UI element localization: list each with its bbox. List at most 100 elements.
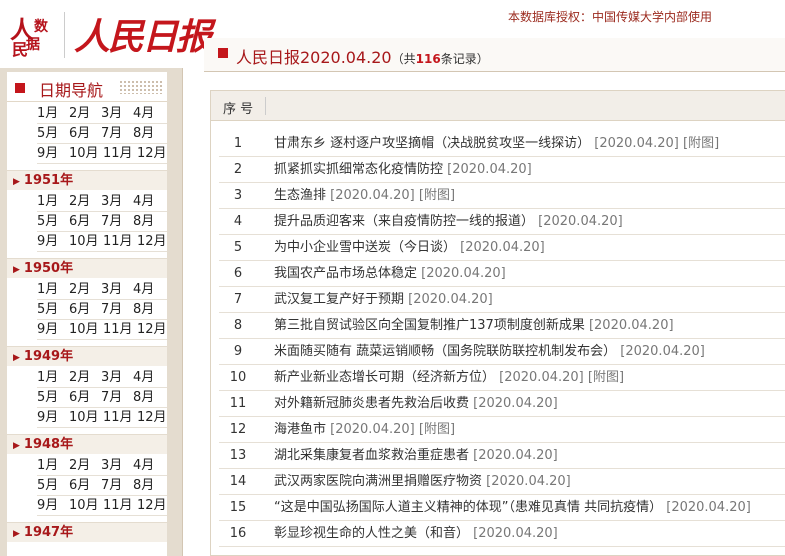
month-link[interactable]: 7月 [101, 300, 133, 320]
month-link[interactable]: 4月 [133, 456, 165, 476]
month-link[interactable]: 4月 [133, 192, 165, 212]
month-link[interactable]: 12月 [137, 232, 167, 252]
month-link[interactable]: 12月 [137, 408, 167, 428]
month-link[interactable]: 11月 [103, 144, 137, 164]
article-title-link[interactable]: 我国农产品市场总体稳定 [274, 266, 417, 281]
article-title-link[interactable]: 为中小企业雪中送炭（今日谈） [274, 240, 456, 255]
article-title-link[interactable]: 第三批自贸试验区向全国复制推广137项制度创新成果 [274, 318, 585, 333]
month-link[interactable]: 3月 [101, 456, 133, 476]
month-link[interactable]: 6月 [69, 300, 101, 320]
year-item[interactable]: ▶ 1948年 [7, 434, 167, 454]
month-link[interactable]: 8月 [133, 388, 165, 408]
month-link[interactable]: 5月 [37, 476, 69, 496]
article-title-link[interactable]: 甘肃东乡 逐村逐户攻坚摘帽（决战脱贫攻坚一线探访） [274, 136, 590, 151]
month-link[interactable]: 5月 [37, 388, 69, 408]
month-link[interactable]: 8月 [133, 124, 165, 144]
article-title-link[interactable]: 生态渔排 [274, 188, 326, 203]
article-entry: 甘肃东乡 逐村逐户攻坚摘帽（决战脱贫攻坚一线探访） [2020.04.20] [… [274, 131, 719, 157]
month-link[interactable]: 8月 [133, 300, 165, 320]
month-link[interactable]: 2月 [69, 280, 101, 300]
article-title-link[interactable]: 彰显珍视生命的人性之美（和音） [274, 526, 469, 541]
attached-image-link[interactable]: [附图] [419, 422, 455, 437]
article-title-link[interactable]: 武汉复工复产好于预期 [274, 292, 404, 307]
year-item[interactable]: ▶ 1947年 [7, 522, 167, 542]
month-link[interactable]: 10月 [69, 144, 103, 164]
year-item[interactable]: ▶ 1949年 [7, 346, 167, 366]
month-row: 1月 2月 3月 4月 [37, 456, 167, 476]
year-label: 1947年 [23, 525, 74, 540]
month-link[interactable]: 5月 [37, 300, 69, 320]
month-link[interactable]: 12月 [137, 496, 167, 516]
article-title-link[interactable]: 新产业新业态增长可期（经济新方位） [274, 370, 495, 385]
month-link[interactable]: 10月 [69, 232, 103, 252]
month-link[interactable]: 9月 [37, 144, 69, 164]
month-link[interactable]: 9月 [37, 408, 69, 428]
article-date: [2020.04.20] [460, 240, 545, 255]
month-link[interactable]: 3月 [101, 368, 133, 388]
month-link[interactable]: 3月 [101, 104, 133, 124]
attached-image-link[interactable]: [附图] [419, 188, 455, 203]
article-entry: 新产业新业态增长可期（经济新方位） [2020.04.20] [附图] [274, 365, 624, 391]
month-row: 5月 6月 7月 8月 [37, 388, 167, 408]
attached-image-link[interactable]: [附图] [588, 370, 624, 385]
month-link[interactable]: 2月 [69, 456, 101, 476]
month-link[interactable]: 10月 [69, 320, 103, 340]
article-row: 10 新产业新业态增长可期（经济新方位） [2020.04.20] [附图] [219, 365, 785, 391]
month-link[interactable]: 4月 [133, 104, 165, 124]
article-title-link[interactable]: “这是中国弘扬国际人道主义精神的体现”（患难见真情 共同抗疫情） [274, 500, 662, 515]
month-link[interactable]: 5月 [37, 124, 69, 144]
month-link[interactable]: 11月 [103, 408, 137, 428]
month-link[interactable]: 7月 [101, 476, 133, 496]
month-link[interactable]: 1月 [37, 368, 69, 388]
month-link[interactable]: 7月 [101, 124, 133, 144]
issue-title-text: 人民日报2020.04.20 [236, 48, 392, 67]
month-link[interactable]: 8月 [133, 476, 165, 496]
month-link[interactable]: 3月 [101, 192, 133, 212]
month-link[interactable]: 6月 [69, 212, 101, 232]
article-date: [2020.04.20] [473, 448, 558, 463]
month-link[interactable]: 10月 [69, 496, 103, 516]
month-link[interactable]: 4月 [133, 280, 165, 300]
month-link[interactable]: 5月 [37, 212, 69, 232]
month-link[interactable]: 7月 [101, 388, 133, 408]
year-item[interactable]: ▶ 1951年 [7, 170, 167, 190]
month-link[interactable]: 1月 [37, 104, 69, 124]
month-link[interactable]: 6月 [69, 124, 101, 144]
month-link[interactable]: 2月 [69, 368, 101, 388]
month-link[interactable]: 1月 [37, 456, 69, 476]
month-link[interactable]: 3月 [101, 280, 133, 300]
month-link[interactable]: 12月 [137, 320, 167, 340]
month-link[interactable]: 9月 [37, 232, 69, 252]
article-number: 9 [233, 344, 243, 359]
article-title-link[interactable]: 海港鱼市 [274, 422, 326, 437]
article-title-link[interactable]: 米面随买随有 蔬菜运销顺畅（国务院联防联控机制发布会） [274, 344, 616, 359]
article-title-link[interactable]: 武汉两家医院向满洲里捐赠医疗物资 [274, 474, 482, 489]
month-link[interactable]: 11月 [103, 496, 137, 516]
attached-image-link[interactable]: [附图] [683, 136, 719, 151]
article-title-link[interactable]: 湖北采集康复者血浆救治重症患者 [274, 448, 469, 463]
month-link[interactable]: 6月 [69, 476, 101, 496]
month-link[interactable]: 8月 [133, 212, 165, 232]
month-link[interactable]: 11月 [103, 320, 137, 340]
date-navigation-sidebar: 日期导航 1月 2月 3月 4月 5月 6月 7月 8月 9月 10月 11月 12月 ▶ 1951年 1… [0, 68, 183, 556]
renmin-data-logo[interactable]: 人数民据 [8, 10, 56, 60]
month-link[interactable]: 7月 [101, 212, 133, 232]
article-title-link[interactable]: 提升品质迎客来（来自疫情防控一线的报道） [274, 214, 534, 229]
month-link[interactable]: 1月 [37, 192, 69, 212]
month-link[interactable]: 2月 [69, 104, 101, 124]
month-link[interactable]: 9月 [37, 496, 69, 516]
month-link[interactable]: 6月 [69, 388, 101, 408]
month-link[interactable]: 9月 [37, 320, 69, 340]
article-date: [2020.04.20] [588, 318, 674, 333]
month-link[interactable]: 11月 [103, 232, 137, 252]
year-item[interactable]: ▶ 1950年 [7, 258, 167, 278]
month-link[interactable]: 12月 [137, 144, 167, 164]
month-link[interactable]: 10月 [69, 408, 103, 428]
month-link[interactable]: 2月 [69, 192, 101, 212]
month-link[interactable]: 1月 [37, 280, 69, 300]
article-number: 11 [229, 396, 247, 411]
month-link[interactable]: 4月 [133, 368, 165, 388]
article-title-link[interactable]: 抓紧抓实抓细常态化疫情防控 [274, 162, 443, 177]
article-number: 7 [233, 292, 243, 307]
article-title-link[interactable]: 对外籍新冠肺炎患者先救治后收费 [274, 396, 469, 411]
